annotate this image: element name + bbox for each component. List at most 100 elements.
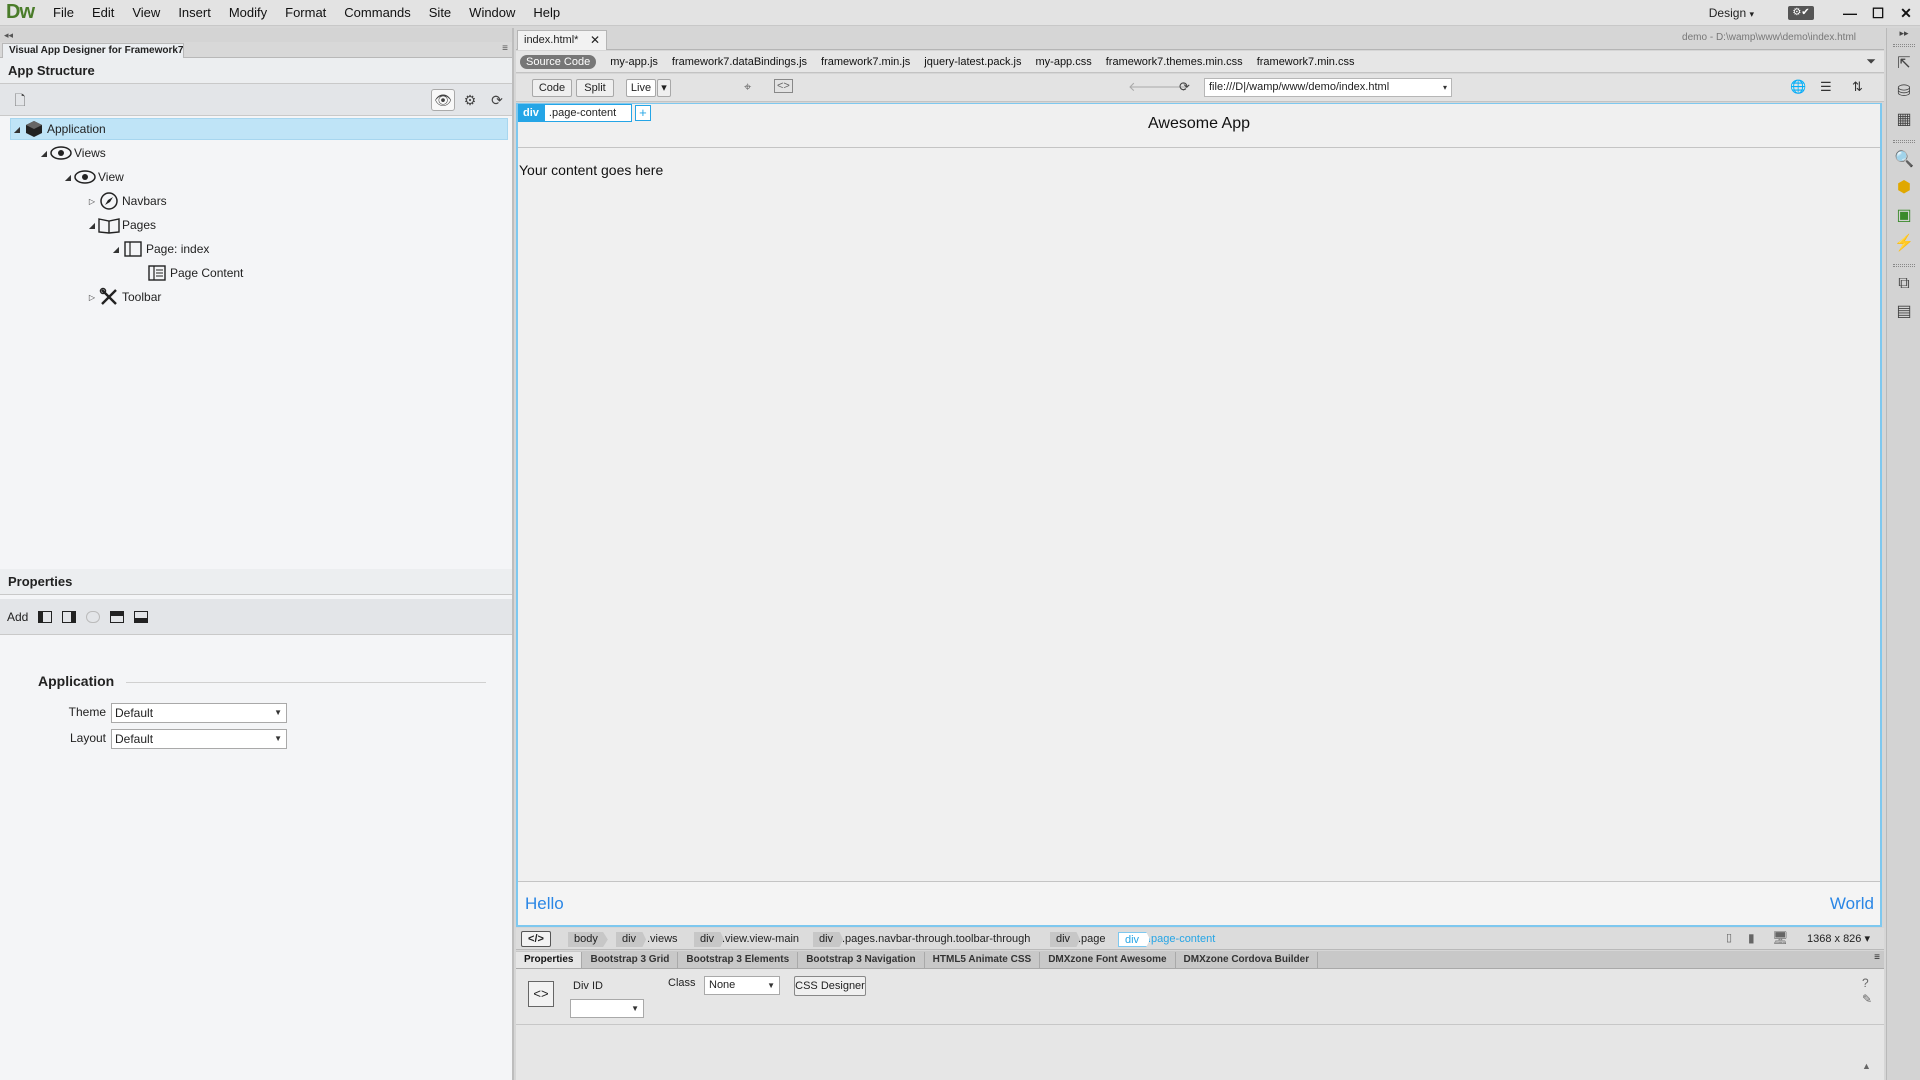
related-file[interactable]: my-app.css <box>1036 56 1092 68</box>
div-id-select[interactable]: ▼ <box>570 999 644 1018</box>
preview-eye-icon[interactable]: 👁 <box>431 89 455 111</box>
related-file[interactable]: framework7.min.js <box>821 56 910 68</box>
database-icon[interactable]: ⛁ <box>1894 82 1914 102</box>
collapse-panel-button[interactable]: ◂◂ <box>0 28 512 42</box>
add-left-panel-icon[interactable] <box>38 610 53 623</box>
related-file[interactable]: my-app.js <box>610 56 658 68</box>
menu-commands[interactable]: Commands <box>335 5 419 20</box>
minimize-button[interactable]: — <box>1836 5 1864 21</box>
menu-modify[interactable]: Modify <box>220 5 276 20</box>
menu-edit[interactable]: Edit <box>83 5 123 20</box>
tab-cordova-builder[interactable]: DMXzone Cordova Builder <box>1176 952 1319 968</box>
menu-insert[interactable]: Insert <box>169 5 220 20</box>
expand-panels-icon[interactable]: ▸▸ <box>1894 26 1914 40</box>
tag-crumb-class[interactable]: .views <box>647 932 678 947</box>
tag-crumb[interactable]: body <box>568 932 608 947</box>
toolbar-link-world[interactable]: World <box>1830 894 1874 914</box>
tab-font-awesome[interactable]: DMXzone Font Awesome <box>1040 952 1176 968</box>
sync-settings-icon[interactable]: ⚙✔ <box>1788 6 1814 20</box>
app-toolbar[interactable]: Hello World <box>518 881 1880 925</box>
search-icon[interactable]: 🔍 <box>1894 150 1914 170</box>
menu-view[interactable]: View <box>123 5 169 20</box>
filter-icon[interactable]: ⏷ <box>1866 54 1876 69</box>
related-file-source-code[interactable]: Source Code <box>520 54 597 69</box>
expand-arrow-icon[interactable]: ◢ <box>38 149 50 158</box>
chevron-down-icon[interactable]: ▾ <box>1443 79 1447 96</box>
tree-item-pages[interactable]: ◢ Pages <box>86 214 156 236</box>
add-view-icon[interactable] <box>86 610 101 623</box>
element-hud-class[interactable]: .page-content <box>543 104 632 122</box>
sort-icon[interactable]: ⇅ <box>1852 79 1863 95</box>
tab-bootstrap-elements[interactable]: Bootstrap 3 Elements <box>678 952 799 968</box>
tree-item-page-content[interactable]: Page Content <box>146 262 243 284</box>
expand-arrow-icon[interactable]: ◢ <box>86 221 98 230</box>
new-page-icon[interactable]: 🗋 <box>10 90 30 110</box>
element-hud-tag[interactable]: div <box>518 104 544 122</box>
page-options-icon[interactable]: ☰ <box>1820 79 1832 95</box>
tree-item-views[interactable]: ◢ Views <box>38 142 106 164</box>
expand-arrow-icon[interactable]: ◢ <box>11 125 23 134</box>
tag-crumb-selected[interactable]: div <box>1118 932 1151 947</box>
expand-arrow-icon[interactable]: ◢ <box>62 173 74 182</box>
app-navbar[interactable]: Awesome App <box>518 104 1880 148</box>
tree-item-page-index[interactable]: ◢ Page: index <box>110 238 209 260</box>
related-file[interactable]: framework7.themes.min.css <box>1106 56 1243 68</box>
add-toolbar-icon[interactable] <box>134 610 149 623</box>
theme-select[interactable]: Default ▼ <box>111 703 287 723</box>
tab-bootstrap-grid[interactable]: Bootstrap 3 Grid <box>582 952 679 968</box>
split-view-button[interactable]: Split <box>576 79 614 97</box>
expand-arrow-icon[interactable]: ▷ <box>86 293 98 302</box>
tag-crumb-class[interactable]: .pages.navbar-through.toolbar-through <box>842 932 1030 947</box>
panel-menu-icon[interactable]: ≡ <box>502 43 508 54</box>
close-icon[interactable]: ✕ <box>590 31 600 49</box>
tag-crumb[interactable]: div <box>1050 932 1081 947</box>
snippets-icon[interactable]: ▤ <box>1894 302 1914 322</box>
insert-panel-icon[interactable]: ⇱ <box>1894 54 1914 74</box>
tree-item-view[interactable]: ◢ View <box>62 166 124 188</box>
inspect-icon[interactable]: ⌖ <box>744 79 751 95</box>
css-designer-button[interactable]: CSS Designer <box>794 976 866 996</box>
related-file[interactable]: jquery-latest.pack.js <box>924 56 1021 68</box>
help-icon[interactable]: ? <box>1862 976 1869 990</box>
live-view-button[interactable]: Live <box>626 79 656 97</box>
related-file[interactable]: framework7.dataBindings.js <box>672 56 807 68</box>
tab-properties[interactable]: Properties <box>516 952 583 968</box>
globe-icon[interactable]: 🌐 <box>1790 79 1806 95</box>
edit-icon[interactable]: ✎ <box>1862 992 1872 1006</box>
behaviors-lightning-icon[interactable]: ⚡ <box>1894 234 1914 254</box>
tag-crumb[interactable]: div <box>813 932 844 947</box>
tree-item-navbars[interactable]: ▷ Navbars <box>86 190 167 212</box>
tablet-size-icon[interactable]: ▮ <box>1748 931 1755 945</box>
tree-item-toolbar[interactable]: ▷ Toolbar <box>86 286 161 308</box>
tag-crumb-selected-class[interactable]: .page-content <box>1148 932 1215 947</box>
mobile-size-icon[interactable]: ▯ <box>1726 931 1732 944</box>
tag-crumb-class[interactable]: .page <box>1078 932 1106 947</box>
live-view[interactable]: Awesome App div .page-content + Your con… <box>516 103 1882 927</box>
live-code-icon[interactable]: <> <box>774 79 793 93</box>
live-view-menu-button[interactable]: ▾ <box>657 79 671 97</box>
class-select[interactable]: None ▼ <box>704 976 780 995</box>
add-navbar-icon[interactable] <box>110 610 125 623</box>
code-view-button[interactable]: Code <box>532 79 572 97</box>
tag-crumb[interactable]: div <box>694 932 725 947</box>
collapse-up-icon[interactable]: ▲ <box>1862 1061 1871 1071</box>
refresh-icon[interactable]: ⟳ <box>487 90 507 110</box>
panel-menu-icon[interactable]: ≡ <box>1874 952 1880 963</box>
expand-arrow-icon[interactable]: ▷ <box>86 197 98 206</box>
menu-help[interactable]: Help <box>524 5 569 20</box>
panel-tab-visual-app-designer[interactable]: Visual App Designer for Framework7 <box>2 43 184 58</box>
menu-site[interactable]: Site <box>420 5 460 20</box>
related-file[interactable]: framework7.min.css <box>1257 56 1355 68</box>
extensions-icon[interactable]: ⬢ <box>1894 178 1914 198</box>
expand-arrow-icon[interactable]: ◢ <box>110 245 122 254</box>
close-window-button[interactable]: ✕ <box>1892 5 1920 22</box>
assets-image-icon[interactable]: ▦ <box>1894 110 1914 130</box>
toolbar-link-hello[interactable]: Hello <box>525 894 564 914</box>
address-bar[interactable]: file:///D|/wamp/www/demo/index.html ▾ <box>1204 78 1452 97</box>
tag-crumb[interactable]: div <box>616 932 647 947</box>
window-size-select[interactable]: 1368 x 826 ▾ <box>1807 932 1870 945</box>
site-map-icon[interactable]: ⧉ <box>1894 274 1914 294</box>
code-toggle-button[interactable]: </> <box>521 931 551 947</box>
add-class-button[interactable]: + <box>634 105 651 121</box>
files-icon[interactable]: ▣ <box>1894 206 1914 226</box>
